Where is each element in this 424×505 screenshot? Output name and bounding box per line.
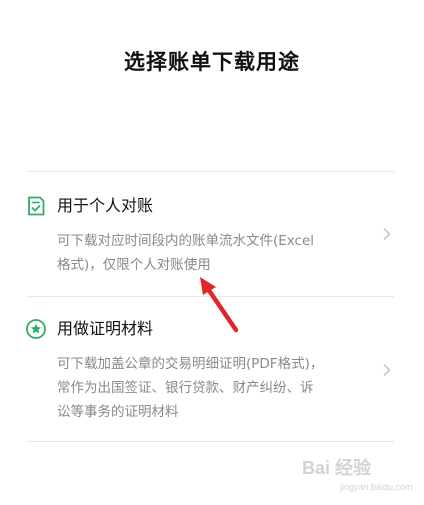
bill-download-purpose-page: 选择账单下载用途 用于个人对账 可下载对应时间段内的账单流水文件(Excel 格… (0, 0, 424, 505)
divider-bottom (27, 441, 394, 442)
divider-top (27, 171, 394, 172)
watermark-url: jingyan.baidu.com (340, 482, 413, 492)
option-proof-material[interactable]: 用做证明材料 可下载加盖公章的交易明细证明(PDF格式)， 常作为出国签证、银行… (0, 318, 424, 428)
option-description-line: 可下载加盖公章的交易明细证明(PDF格式)， (57, 356, 324, 372)
option-description: 可下载加盖公章的交易明细证明(PDF格式)， 常作为出国签证、银行贷款、财产纠纷… (57, 352, 372, 424)
page-title: 选择账单下载用途 (124, 50, 300, 74)
chevron-right-icon (380, 226, 394, 240)
option-description: 可下载对应时间段内的账单流水文件(Excel 格式)，仅限个人对账使用 (57, 229, 372, 277)
option-description-line: 讼等事务的证明材料 (57, 404, 179, 420)
option-description-line: 格式)，仅限个人对账使用 (57, 257, 211, 273)
option-personal-reconciliation[interactable]: 用于个人对账 可下载对应时间段内的账单流水文件(Excel 格式)，仅限个人对账… (0, 195, 424, 285)
option-description-line: 常作为出国签证、银行贷款、财产纠纷、诉 (57, 380, 314, 396)
star-badge-icon (25, 318, 47, 340)
divider-middle (27, 296, 394, 297)
baidu-jingyan-watermark: Bai 经验 jingyan.baidu.com (302, 448, 420, 502)
checklist-document-icon (25, 195, 47, 217)
option-title: 用做证明材料 (57, 319, 154, 338)
chevron-right-icon (380, 362, 394, 376)
option-title: 用于个人对账 (57, 196, 154, 215)
option-description-line: 可下载对应时间段内的账单流水文件(Excel (57, 233, 315, 249)
watermark-brand: Bai 经验 (302, 458, 372, 478)
